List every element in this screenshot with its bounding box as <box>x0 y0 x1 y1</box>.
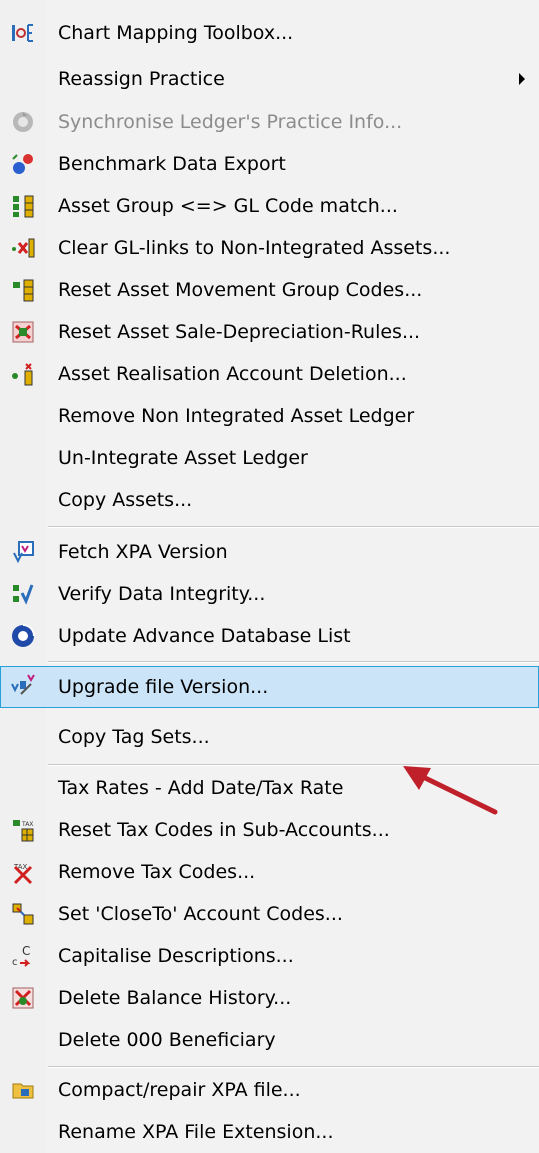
menu-item-label: Clear GL-links to Non-Integrated Assets.… <box>58 237 451 259</box>
menu-item-label: Copy Assets... <box>58 489 193 511</box>
menu-item-capitalise-descriptions[interactable]: Cc Capitalise Descriptions... <box>0 937 539 975</box>
context-menu: Chart Mapping Toolbox... Reassign Practi… <box>0 0 539 1153</box>
svg-text:c: c <box>12 957 18 968</box>
annotation-arrow-icon <box>403 766 498 815</box>
menu-item-synchronise-ledger[interactable]: Synchronise Ledger's Practice Info... <box>0 103 539 141</box>
menu-item-upgrade-file-version[interactable]: Upgrade file Version... <box>0 666 539 708</box>
delete-history-icon <box>10 985 36 1011</box>
menu-item-rename-xpa-extension[interactable]: Rename XPA File Extension... <box>0 1113 539 1151</box>
set-closeto-icon <box>10 901 36 927</box>
svg-text:TAX: TAX <box>21 821 33 828</box>
menu-item-label: Reset Asset Sale-Depreciation-Rules... <box>58 321 421 343</box>
menu-item-label: Reassign Practice <box>58 68 225 90</box>
compact-repair-icon <box>10 1077 36 1103</box>
reset-movement-codes-icon <box>10 277 36 303</box>
menu-item-set-closeto-codes[interactable]: Set 'CloseTo' Account Codes... <box>0 895 539 933</box>
menu-item-label: Synchronise Ledger's Practice Info... <box>58 111 403 133</box>
menu-item-copy-tag-sets[interactable]: Copy Tag Sets... <box>0 718 539 756</box>
menu-item-label: Update Advance Database List <box>58 625 351 647</box>
menu-item-benchmark-data-export[interactable]: Benchmark Data Export <box>0 145 539 183</box>
menu-item-label: Remove Tax Codes... <box>58 861 256 883</box>
menu-item-compact-repair-xpa[interactable]: Compact/repair XPA file... <box>0 1071 539 1109</box>
menu-item-label: Asset Group <=> GL Code match... <box>58 195 398 217</box>
svg-text:C: C <box>22 944 30 958</box>
menu-item-label: Delete 000 Beneficiary <box>58 1029 276 1051</box>
menu-item-label: Fetch XPA Version <box>58 541 228 563</box>
menu-item-reset-movement-codes[interactable]: Reset Asset Movement Group Codes... <box>0 271 539 309</box>
menu-item-label: Chart Mapping Toolbox... <box>58 22 294 44</box>
asset-gl-match-icon <box>10 193 36 219</box>
menu-item-chart-mapping-toolbox[interactable]: Chart Mapping Toolbox... <box>0 14 539 52</box>
menu-item-fetch-xpa-version[interactable]: Fetch XPA Version <box>0 533 539 571</box>
update-database-icon <box>10 623 36 649</box>
menu-item-clear-gl-links[interactable]: Clear GL-links to Non-Integrated Assets.… <box>0 229 539 267</box>
benchmark-export-icon <box>10 151 36 177</box>
menu-item-label: Verify Data Integrity... <box>58 583 266 605</box>
menu-separator <box>48 1066 539 1068</box>
menu-item-label: Remove Non Integrated Asset Ledger <box>58 405 415 427</box>
menu-separator <box>48 661 539 663</box>
menu-item-label: Capitalise Descriptions... <box>58 945 294 967</box>
menu-item-label: Delete Balance History... <box>58 987 292 1009</box>
clear-gl-links-icon <box>10 235 36 261</box>
menu-item-reset-sale-depreciation-rules[interactable]: Reset Asset Sale-Depreciation-Rules... <box>0 313 539 351</box>
menu-item-label: Compact/repair XPA file... <box>58 1079 301 1101</box>
menu-item-update-advance-database-list[interactable]: Update Advance Database List <box>0 617 539 655</box>
chart-mapping-icon <box>10 20 36 46</box>
menu-item-label: Reset Asset Movement Group Codes... <box>58 279 423 301</box>
menu-item-remove-non-integrated-ledger[interactable]: Remove Non Integrated Asset Ledger <box>0 397 539 435</box>
menu-item-label: Reset Tax Codes in Sub-Accounts... <box>58 819 390 841</box>
upgrade-version-icon <box>10 672 36 698</box>
menu-item-label: Tax Rates - Add Date/Tax Rate <box>58 777 344 799</box>
menu-item-copy-assets[interactable]: Copy Assets... <box>0 481 539 519</box>
menu-item-label: Upgrade file Version... <box>58 676 269 698</box>
submenu-arrow-icon <box>519 73 525 85</box>
fetch-version-icon <box>10 539 36 565</box>
menu-separator <box>48 526 539 528</box>
menu-item-label: Copy Tag Sets... <box>58 726 210 748</box>
menu-item-delete-000-beneficiary[interactable]: Delete 000 Beneficiary <box>0 1021 539 1059</box>
menu-item-label: Benchmark Data Export <box>58 153 286 175</box>
sync-icon <box>10 109 36 135</box>
menu-item-label: Set 'CloseTo' Account Codes... <box>58 903 343 925</box>
menu-item-asset-realisation-deletion[interactable]: Asset Realisation Account Deletion... <box>0 355 539 393</box>
menu-item-verify-data-integrity[interactable]: Verify Data Integrity... <box>0 575 539 613</box>
remove-tax-codes-icon: TAX <box>10 859 36 885</box>
capitalise-icon: Cc <box>10 943 36 969</box>
reset-tax-codes-icon: TAX <box>10 817 36 843</box>
menu-item-label: Asset Realisation Account Deletion... <box>58 363 407 385</box>
menu-item-asset-group-gl-match[interactable]: Asset Group <=> GL Code match... <box>0 187 539 225</box>
menu-item-delete-balance-history[interactable]: Delete Balance History... <box>0 979 539 1017</box>
menu-item-label: Rename XPA File Extension... <box>58 1121 334 1143</box>
menu-item-label: Un-Integrate Asset Ledger <box>58 447 308 469</box>
reset-sale-rules-icon <box>10 319 36 345</box>
menu-item-reassign-practice[interactable]: Reassign Practice <box>0 60 539 98</box>
menu-item-un-integrate-ledger[interactable]: Un-Integrate Asset Ledger <box>0 439 539 477</box>
menu-item-remove-tax-codes[interactable]: TAX Remove Tax Codes... <box>0 853 539 891</box>
realisation-deletion-icon <box>10 361 36 387</box>
verify-integrity-icon <box>10 581 36 607</box>
